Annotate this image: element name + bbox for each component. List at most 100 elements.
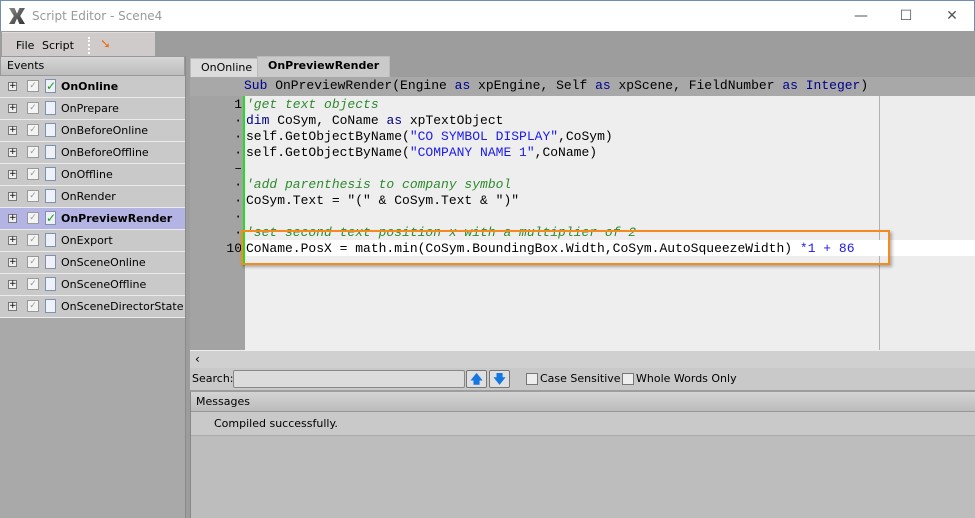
event-row-onsceneoffline[interactable]: + ✓ OnSceneOffline: [0, 274, 185, 296]
keyword: Integer: [797, 78, 861, 93]
code-text: CoSym.Text = "(" & CoSym.Text & ")": [246, 193, 520, 208]
expand-icon[interactable]: +: [8, 82, 17, 91]
keyword: as: [454, 78, 471, 93]
enabled-checkbox[interactable]: ✓: [27, 300, 39, 312]
code-text: xpEngine, Self: [470, 78, 596, 93]
document-icon: [45, 277, 56, 291]
event-row-onexport[interactable]: + ✓ OnExport: [0, 230, 185, 252]
event-row-onpreviewrender[interactable]: + ✓ ✓ OnPreviewRender: [0, 208, 185, 230]
code-line[interactable]: dim CoSym, CoName as xpTextObject: [246, 113, 503, 129]
event-row-ononline[interactable]: + ✓ ✓ OnOnline: [0, 76, 185, 98]
code-line[interactable]: self.GetObjectByName("COMPANY NAME 1",Co…: [246, 145, 597, 161]
enabled-checkbox[interactable]: ✓: [27, 102, 39, 114]
app-icon: [9, 8, 25, 24]
minimize-button[interactable]: —: [846, 5, 876, 27]
keyword: dim: [246, 113, 270, 128]
close-button[interactable]: ✕: [937, 5, 967, 27]
enabled-checkbox[interactable]: ✓: [27, 234, 39, 246]
whole-words-label: Whole Words Only: [636, 372, 737, 385]
event-label: OnSceneDirectorState: [61, 300, 184, 313]
expand-icon[interactable]: +: [8, 126, 17, 135]
document-icon: [45, 255, 56, 269]
document-icon: [45, 167, 56, 181]
event-label: OnOnline: [61, 80, 119, 93]
maximize-button[interactable]: ☐: [891, 5, 921, 27]
scroll-left-icon[interactable]: ‹: [195, 352, 200, 366]
tab-ononline[interactable]: OnOnline: [190, 58, 264, 77]
document-icon: [45, 299, 56, 313]
string-literal: "CO SYMBOL DISPLAY": [409, 129, 559, 144]
code-text: ): [860, 78, 869, 93]
expand-icon[interactable]: +: [8, 258, 17, 267]
search-label: Search:: [192, 372, 234, 385]
menu-bar: File Script ➘: [2, 32, 155, 56]
menu-file[interactable]: File: [16, 39, 34, 52]
expand-icon[interactable]: +: [8, 148, 17, 157]
enabled-checkbox[interactable]: ✓: [27, 80, 39, 92]
document-icon: [45, 189, 56, 203]
code-line[interactable]: 'get text objects: [246, 97, 379, 113]
line-number: –: [234, 161, 242, 176]
menu-script[interactable]: Script: [42, 39, 74, 52]
code-line[interactable]: 'add parenthesis to company symbol: [246, 177, 511, 193]
event-label: OnExport: [61, 234, 113, 247]
event-label: OnSceneOffline: [61, 278, 147, 291]
search-input[interactable]: [233, 370, 465, 388]
event-row-onprepare[interactable]: + ✓ OnPrepare: [0, 98, 185, 120]
event-row-onrender[interactable]: + ✓ OnRender: [0, 186, 185, 208]
line-number: 1: [234, 97, 242, 112]
expand-icon[interactable]: +: [8, 192, 17, 201]
horizontal-scrollbar[interactable]: ‹: [190, 350, 975, 368]
search-bar: Search: 🡅 🡇 Case Sensitive Whole Words O…: [190, 368, 975, 390]
toolbar-grip[interactable]: [88, 37, 90, 54]
expand-icon[interactable]: +: [8, 170, 17, 179]
event-row-onbeforeoffline[interactable]: + ✓ OnBeforeOffline: [0, 142, 185, 164]
event-row-onsceneonline[interactable]: + ✓ OnSceneOnline: [0, 252, 185, 274]
code-text: self.GetObjectByName(: [246, 129, 410, 144]
document-icon: [45, 145, 56, 159]
enabled-checkbox[interactable]: ✓: [27, 190, 39, 202]
event-row-onoffline[interactable]: + ✓ OnOffline: [0, 164, 185, 186]
enabled-checkbox[interactable]: ✓: [27, 256, 39, 268]
line-number: ·: [234, 145, 242, 160]
whole-words-checkbox[interactable]: [622, 373, 634, 385]
enabled-checkbox[interactable]: ✓: [27, 124, 39, 136]
window-title: Script Editor - Scene4: [32, 9, 163, 23]
expand-icon[interactable]: +: [8, 214, 17, 223]
event-row-onbeforeonline[interactable]: + ✓ OnBeforeOnline: [0, 120, 185, 142]
enabled-checkbox[interactable]: ✓: [27, 168, 39, 180]
case-sensitive-label: Case Sensitive: [540, 372, 621, 385]
enabled-checkbox[interactable]: ✓: [27, 212, 39, 224]
line-number: ·: [234, 193, 242, 208]
code-line[interactable]: CoSym.Text = "(" & CoSym.Text & ")": [246, 193, 519, 209]
enabled-checkbox[interactable]: ✓: [27, 146, 39, 158]
code-text: self.GetObjectByName(: [246, 145, 410, 160]
code-text: xpScene, FieldNumber: [610, 78, 783, 93]
event-label: OnSceneOnline: [61, 256, 146, 269]
search-up-button[interactable]: 🡅: [466, 370, 487, 388]
code-text: ,CoName): [534, 145, 598, 160]
keyword: as: [386, 113, 403, 128]
expand-icon[interactable]: +: [8, 104, 17, 113]
keyword: as: [782, 78, 798, 93]
event-label: OnRender: [61, 190, 116, 203]
event-label: OnPrepare: [61, 102, 119, 115]
expand-icon[interactable]: +: [8, 302, 17, 311]
line-number: 10: [226, 241, 242, 256]
expand-icon[interactable]: +: [8, 280, 17, 289]
code-line[interactable]: self.GetObjectByName("CO SYMBOL DISPLAY"…: [246, 129, 613, 145]
tab-onpreviewrender[interactable]: OnPreviewRender: [257, 56, 391, 77]
expand-icon[interactable]: +: [8, 236, 17, 245]
event-row-onscenedirectorstate[interactable]: + ✓ OnSceneDirectorState: [0, 296, 185, 318]
wand-icon[interactable]: ➘: [100, 38, 116, 52]
enabled-checkbox[interactable]: ✓: [27, 278, 39, 290]
code-text: CoSym, CoName: [269, 113, 387, 128]
messages-panel: Messages Compiled successfully.: [190, 392, 975, 518]
message-item: Compiled successfully.: [191, 412, 975, 436]
search-down-button[interactable]: 🡇: [489, 370, 510, 388]
line-number: ·: [234, 129, 242, 144]
document-icon: [45, 123, 56, 137]
event-label: OnBeforeOnline: [61, 124, 149, 137]
toolbar: File Script ➘: [0, 31, 975, 56]
case-sensitive-checkbox[interactable]: [526, 373, 538, 385]
